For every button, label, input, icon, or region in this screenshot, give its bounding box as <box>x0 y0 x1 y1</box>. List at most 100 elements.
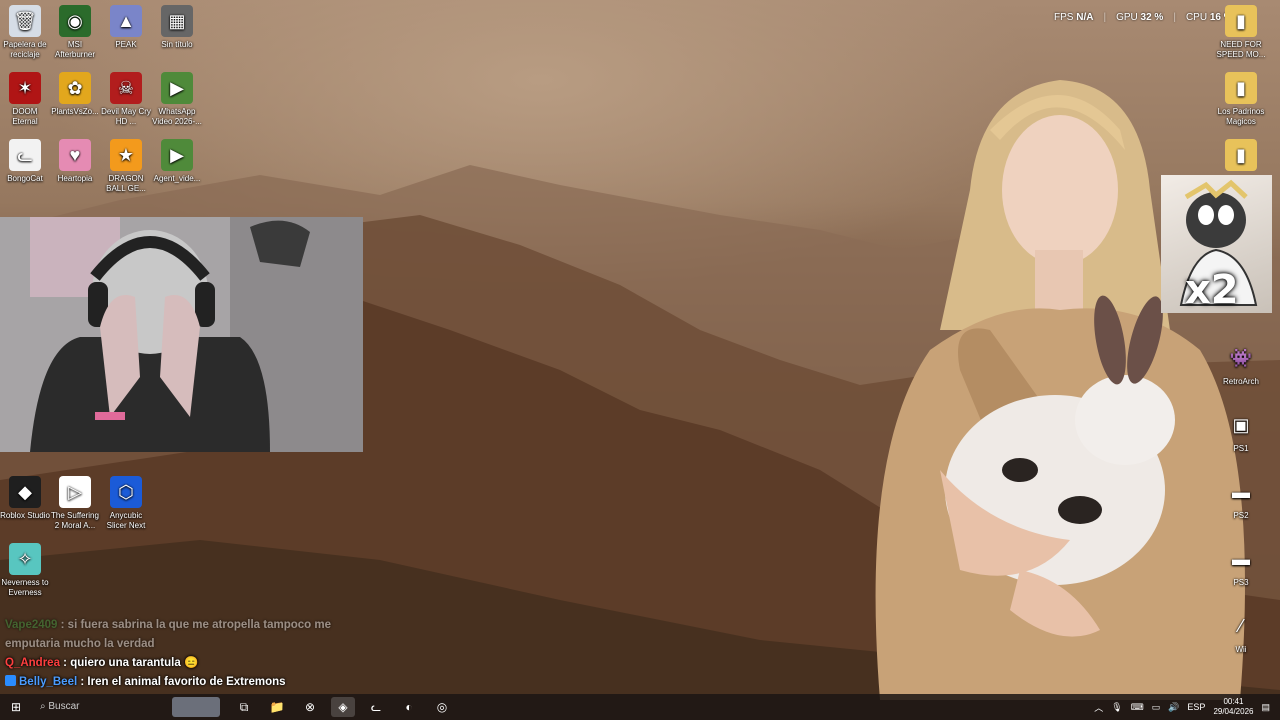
desktop-icon[interactable]: ✶ DOOM Eternal <box>0 72 50 127</box>
desktop-icon-label: Heartopia <box>57 174 93 183</box>
desktop-icon-label: WhatsApp Video 2026-... <box>152 107 202 126</box>
desktop-icon-label: Papelera de reciclaje <box>3 40 47 59</box>
network-icon[interactable]: ▭ <box>1152 702 1161 713</box>
desktop-icon-label: Agent_vide... <box>153 174 201 183</box>
desktop-icon[interactable]: ▣ PS1 <box>1216 409 1266 454</box>
desktop-icon-label: DOOM Eternal <box>12 107 38 126</box>
obs-icon[interactable]: ◎ <box>430 697 454 717</box>
desktop-icon[interactable]: ▷ The Suffering 2 Moral A... <box>50 476 100 531</box>
desktop-icon-label: RetroArch <box>1222 377 1259 386</box>
anycubic-icon: ⬡ <box>110 476 142 508</box>
stream-chat: Vape2409 : si fuera sabrina la que me at… <box>5 616 345 692</box>
search-icon: ⌕ <box>40 701 46 712</box>
desktop-icon[interactable]: ⁄ Wii <box>1216 610 1266 655</box>
desktop-icon[interactable]: ▦ Sin título <box>152 5 202 50</box>
desktop-icon-label: PlantsVsZo... <box>51 107 99 116</box>
sticker-text: x2 <box>1185 267 1239 313</box>
desktop-icon-label: BongoCat <box>7 174 43 183</box>
chat-username: Q_Andrea <box>5 657 60 669</box>
webcam-feed <box>0 217 363 452</box>
start-button[interactable]: ⊞ <box>4 697 28 717</box>
desktop-icon-label: Anycubic Slicer Next <box>106 511 146 530</box>
performance-overlay: FPS N/A | GPU 32 % | CPU 16 % <box>1054 12 1233 23</box>
notification-icon[interactable]: ▤ <box>1261 702 1270 713</box>
search-box[interactable]: ⌕ Buscar <box>34 697 104 717</box>
chat-text: Iren el animal favorito de Extremons <box>87 676 286 688</box>
desktop-icon-label: PS3 <box>1233 578 1249 587</box>
desktop-icon[interactable]: ♥ Heartopia <box>50 139 100 184</box>
video-file-icon: ▶ <box>161 139 193 171</box>
neverness-icon: ✧ <box>9 543 41 575</box>
desktop-icon[interactable]: ▶ WhatsApp Video 2026-... <box>152 72 202 127</box>
desktop-icon[interactable]: ★ DRAGON BALL GE... <box>101 139 151 194</box>
chat-message: Vape2409 : si fuera sabrina la que me at… <box>5 619 331 650</box>
chat-text: quiero una tarantula 😑 <box>70 657 199 669</box>
controller-icon[interactable]: ⌨ <box>1131 702 1144 713</box>
msi-afterburner-icon: ◉ <box>59 5 91 37</box>
folder-icon: ▮ <box>1225 72 1257 104</box>
desktop-icon-label: Roblox Studio <box>0 511 50 520</box>
microphone-icon[interactable]: 🎙 <box>1111 702 1122 713</box>
taskbar: ⊞ ⌕ Buscar ⧉ 📁 ⊗ ◈ ᓚ ◐ ◎ ︿ 🎙 ⌨ ▭ 🔊 ESP 00:41 2… <box>0 694 1280 720</box>
desktop-icon[interactable]: ▬ PS2 <box>1216 476 1266 521</box>
wallpaper-woman-with-rabbit <box>875 80 1245 700</box>
heartopia-icon: ♥ <box>59 139 91 171</box>
clock[interactable]: 00:41 29/04/2026 <box>1213 697 1253 717</box>
discord-icon[interactable]: ◐ <box>397 697 421 717</box>
doom-icon: ✶ <box>9 72 41 104</box>
ps2-icon: ▬ <box>1232 482 1250 502</box>
ps3-icon: ▬ <box>1232 549 1250 569</box>
xbox-icon[interactable]: ⊗ <box>298 697 322 717</box>
chat-username: Belly_Beel <box>19 676 78 688</box>
chat-username: Vape2409 <box>5 619 58 631</box>
desktop-icon[interactable]: ✧ Neverness to Everness <box>0 543 50 598</box>
recycle-bin-icon: 🗑 <box>9 5 41 37</box>
desktop-icon[interactable]: ▮ Los Padrinos Magicos <box>1216 72 1266 127</box>
desktop-icon[interactable]: ▬ PS3 <box>1216 543 1266 588</box>
suffering-icon: ▷ <box>59 476 91 508</box>
task-view-icon[interactable]: ⧉ <box>232 697 256 717</box>
desktop-icon[interactable]: 🗑 Papelera de reciclaje <box>0 5 50 60</box>
devil-may-cry-icon: ☠ <box>110 72 142 104</box>
desktop-icon[interactable]: ▮ NEED FOR SPEED MO... <box>1216 5 1266 60</box>
bongocat-taskbar-icon[interactable]: ᓚ <box>364 697 388 717</box>
chevron-up-icon[interactable]: ︿ <box>1094 701 1103 714</box>
desktop-icon[interactable]: ▮ <box>1216 139 1266 174</box>
chat-badge-icon <box>5 675 16 686</box>
desktop-icon[interactable]: ▲ PEAK <box>101 5 151 50</box>
desktop-icon[interactable]: ☠ Devil May Cry HD ... <box>101 72 151 127</box>
file-explorer-icon[interactable]: 📁 <box>265 697 289 717</box>
folder-icon: ▮ <box>1225 139 1257 171</box>
desktop-icon-label: DRAGON BALL GE... <box>106 174 146 193</box>
folder-icon: ▮ <box>1225 5 1257 37</box>
desktop-icon[interactable]: ✿ PlantsVsZo... <box>50 72 100 117</box>
gpu-readout: GPU 32 % <box>1116 12 1164 23</box>
desktop-icon-label: MSI Afterburner <box>54 40 96 59</box>
desktop-icon-label: PEAK <box>115 40 137 49</box>
sticker-image: x2 <box>1161 175 1272 313</box>
taskbar-widget-icon[interactable] <box>172 697 220 717</box>
desktop-icon-label: Los Padrinos Magicos <box>1217 107 1265 126</box>
desktop-icon[interactable]: ▶ Agent_vide... <box>152 139 202 184</box>
language-indicator[interactable]: ESP <box>1187 702 1205 712</box>
desktop-icon-label: PS2 <box>1233 511 1249 520</box>
peak-icon: ▲ <box>110 5 142 37</box>
desktop-icon-label: Neverness to Everness <box>1 578 49 597</box>
desktop-icon[interactable]: 👾 RetroArch <box>1216 342 1266 387</box>
brave-browser-icon[interactable]: ◈ <box>331 697 355 717</box>
desktop-icon[interactable]: ◉ MSI Afterburner <box>50 5 100 60</box>
roblox-studio-icon: ◆ <box>9 476 41 508</box>
volume-icon[interactable]: 🔊 <box>1168 702 1179 713</box>
desktop-icon[interactable]: ◆ Roblox Studio <box>0 476 50 521</box>
fps-readout: FPS N/A <box>1054 12 1094 23</box>
desktop-icon[interactable]: ᓚ BongoCat <box>0 139 50 184</box>
chat-message: Q_Andrea : quiero una tarantula 😑 <box>5 657 199 669</box>
retroarch-icon: 👾 <box>1229 348 1253 368</box>
desktop-icon-label: Wii <box>1235 645 1247 654</box>
desktop-icon-label: The Suffering 2 Moral A... <box>51 511 99 530</box>
video-file-icon: ▶ <box>161 72 193 104</box>
dragon-ball-icon: ★ <box>110 139 142 171</box>
desktop-icon[interactable]: ⬡ Anycubic Slicer Next <box>101 476 151 531</box>
desktop-icon-label: Sin título <box>161 40 193 49</box>
ps1-icon: ▣ <box>1232 415 1250 435</box>
